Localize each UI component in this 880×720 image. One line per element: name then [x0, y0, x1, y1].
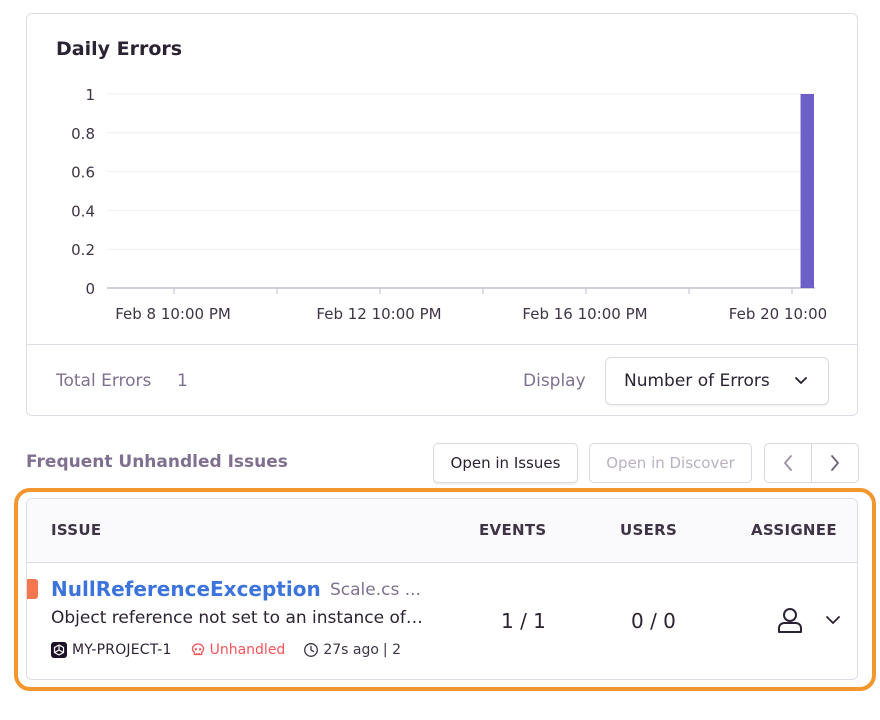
table-header: ISSUE EVENTS USERS ASSIGNEE: [27, 499, 857, 563]
y-tick-label: 0: [85, 280, 95, 298]
chart-title: Daily Errors: [56, 38, 183, 60]
y-tick-label: 0.2: [71, 241, 95, 259]
last-seen-time: 27s ago: [323, 642, 379, 658]
daily-errors-card: Daily Errors 0 0.2 0.4 0.6 0.8 1 Feb 8 10:00 P…: [26, 13, 858, 416]
open-in-discover-button[interactable]: Open in Discover: [589, 443, 752, 483]
meta-separator: | 2: [382, 642, 401, 658]
chevron-down-icon: [826, 616, 840, 624]
frequent-unhandled-issues-title: Frequent Unhandled Issues: [26, 452, 288, 472]
skull-icon: [191, 643, 204, 656]
issue-message: Object reference not set to an instance …: [51, 608, 427, 628]
table-row[interactable]: NullReferenceException Scale.cs ... Obje…: [27, 563, 857, 679]
daily-errors-chart: 0 0.2 0.4 0.6 0.8 1 Feb 8 10:00 PM Feb 12 10:00…: [71, 86, 827, 323]
x-tick-label: Feb 12 10:00 PM: [316, 305, 441, 323]
level-indicator: [27, 579, 38, 599]
clock-icon: [304, 643, 319, 657]
total-errors-value: 1: [177, 371, 188, 391]
y-tick-label: 0.8: [71, 125, 95, 143]
users-count: 0 / 0: [631, 609, 676, 633]
open-in-issues-button[interactable]: Open in Issues: [433, 443, 578, 483]
chevron-right-icon: [831, 455, 839, 471]
issue-meta: MY-PROJECT-1 Unhandled 27s ago | 2: [51, 639, 431, 661]
previous-page-button[interactable]: [765, 444, 811, 482]
y-tick-label: 0.6: [71, 164, 95, 182]
events-count: 1 / 1: [501, 609, 546, 633]
x-tick-label: Feb 20 10:00: [729, 305, 827, 323]
assignee-selector[interactable]: [775, 603, 841, 637]
display-select-value: Number of Errors: [624, 371, 770, 391]
issue-title-link[interactable]: NullReferenceException: [51, 577, 321, 601]
issues-table: ISSUE EVENTS USERS ASSIGNEE NullReferenc…: [26, 498, 858, 680]
chevron-down-icon: [795, 377, 807, 384]
display-select[interactable]: Number of Errors: [605, 357, 829, 405]
column-header-users: USERS: [620, 521, 678, 539]
column-header-issue: ISSUE: [51, 521, 102, 539]
total-errors-label: Total Errors: [56, 371, 152, 391]
display-label: Display: [523, 371, 586, 391]
y-tick-label: 0.4: [71, 202, 95, 220]
chevron-left-icon: [784, 455, 792, 471]
platform-icon: [51, 642, 67, 658]
column-header-assignee: ASSIGNEE: [751, 521, 837, 539]
x-tick-label: Feb 8 10:00 PM: [115, 305, 231, 323]
project-name[interactable]: MY-PROJECT-1: [72, 642, 172, 658]
y-tick-label: 1: [85, 86, 95, 104]
chart-bar: [800, 94, 814, 288]
pagination: [764, 443, 859, 483]
next-page-button[interactable]: [811, 444, 858, 482]
column-header-events: EVENTS: [479, 521, 547, 539]
unhandled-badge: Unhandled: [209, 642, 286, 658]
chart-footer: Total Errors 1 Display Number of Errors: [27, 344, 857, 416]
x-tick-label: Feb 16 10:00 PM: [522, 305, 647, 323]
user-icon: [778, 608, 802, 633]
issue-culprit: Scale.cs ...: [330, 580, 421, 600]
